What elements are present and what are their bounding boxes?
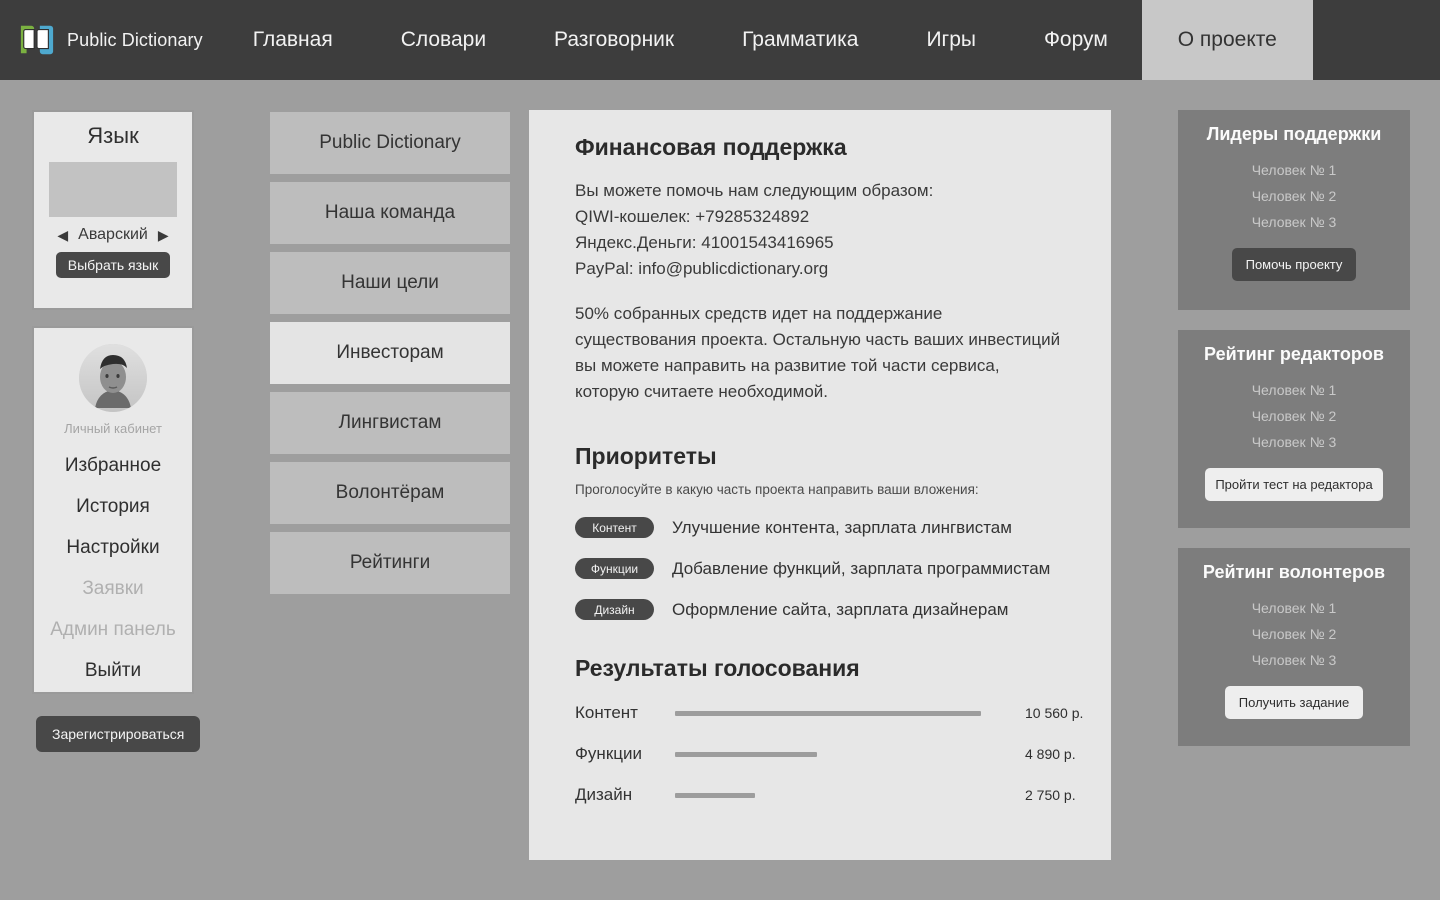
main-content-panel: Финансовая поддержка Вы можете помочь на… (529, 110, 1111, 860)
priority-row-funktsii: Функции Добавление функций, зарплата про… (575, 558, 1067, 579)
header-divider (0, 80, 1440, 88)
panel-volunteer-rating: Рейтинг волонтеров Человек № 1 Человек №… (1178, 548, 1410, 746)
panel-title-editor-rating: Рейтинг редакторов (1204, 344, 1384, 364)
section-nav-item-reytingi[interactable]: Рейтинги (270, 532, 510, 594)
prev-language-icon[interactable]: ◀ (57, 228, 68, 242)
result-track-dizayn (675, 792, 1005, 798)
priorities-hint: Проголосуйте в какую часть проекта напра… (575, 482, 979, 497)
user-menu-item-istoriya[interactable]: История (34, 487, 192, 528)
language-selector: ◀ Аварский ▶ (34, 226, 192, 244)
result-value-funktsii: 4 890 р. (1025, 746, 1076, 762)
panel-list-volunteer-rating: Человек № 1 Человек № 2 Человек № 3 (1178, 595, 1410, 673)
pd-book-logo-icon (20, 25, 54, 55)
funds-note: 50% собранных средств идет на поддержани… (575, 304, 1061, 401)
result-value-kontent: 10 560 р. (1025, 705, 1084, 721)
section-nav-item-volonteram[interactable]: Волонтёрам (270, 462, 510, 524)
next-language-icon[interactable]: ▶ (158, 228, 169, 242)
priority-tag-kontent[interactable]: Контент (575, 517, 654, 538)
result-row-kontent: Контент 10 560 р. (575, 703, 1083, 723)
user-menu-item-izbrannoe[interactable]: Избранное (34, 446, 192, 487)
list-item[interactable]: Человек № 3 (1178, 647, 1410, 673)
main-nav: Главная Словари Разговорник Грамматика И… (219, 0, 1313, 80)
results-title: Результаты голосования (575, 655, 860, 681)
select-language-button[interactable]: Выбрать язык (55, 252, 171, 278)
priority-row-dizayn: Дизайн Оформление сайта, зарплата дизайн… (575, 599, 1067, 620)
result-row-funktsii: Функции 4 890 р. (575, 744, 1076, 764)
user-menu-item-zayavki: Заявки (82, 578, 144, 599)
list-item[interactable]: Человек № 3 (1178, 209, 1410, 235)
nav-item-forum[interactable]: Форум (1010, 0, 1142, 80)
register-button[interactable]: Зарегистрироваться (36, 716, 201, 752)
result-bar-funktsii (675, 751, 817, 757)
list-item[interactable]: Человек № 2 (1178, 183, 1410, 209)
language-card: Язык ◀ Аварский ▶ Выбрать язык (32, 110, 194, 310)
priority-row-kontent: Контент Улучшение контента, зарплата лин… (575, 517, 1067, 538)
list-item[interactable]: Человек № 2 (1178, 403, 1410, 429)
panel-list-editor-rating: Человек № 1 Человек № 2 Человек № 3 (1178, 377, 1410, 455)
priorities-title: Приоритеты (575, 443, 717, 469)
nav-item-igry[interactable]: Игры (892, 0, 1010, 80)
user-menu: Избранное История Настройки Заявки Админ… (34, 446, 192, 692)
result-bar-dizayn (675, 792, 755, 798)
page-title: Финансовая поддержка (575, 134, 847, 160)
user-menu-item-admin-panel: Админ панель (50, 619, 176, 640)
result-label-kontent: Контент (575, 703, 638, 722)
user-card: Личный кабинет Избранное История Настрой… (32, 326, 194, 694)
avatar[interactable] (79, 344, 147, 412)
editor-test-button[interactable]: Пройти тест на редактора (1205, 468, 1383, 501)
donation-line-paypal: PayPal: info@publicdictionary.org (575, 259, 829, 278)
panel-title-support-leaders: Лидеры поддержки (1206, 124, 1382, 144)
cabinet-label: Личный кабинет (64, 421, 162, 436)
user-avatar-photo-icon (79, 344, 147, 412)
result-label-funktsii: Функции (575, 744, 642, 763)
result-row-dizayn: Дизайн 2 750 р. (575, 785, 1076, 805)
list-item[interactable]: Человек № 3 (1178, 429, 1410, 455)
section-nav-item-nasha-komanda[interactable]: Наша команда (270, 182, 510, 244)
priority-tag-dizayn[interactable]: Дизайн (575, 599, 654, 620)
result-label-dizayn: Дизайн (575, 785, 633, 804)
donation-info: Вы можете помочь нам следующим образом: … (575, 178, 1067, 282)
user-menu-item-nastroyki[interactable]: Настройки (34, 528, 192, 569)
nav-item-slovari[interactable]: Словари (367, 0, 520, 80)
list-item[interactable]: Человек № 2 (1178, 621, 1410, 647)
result-bar-kontent (675, 710, 981, 716)
language-card-title: Язык (87, 123, 139, 148)
help-project-button[interactable]: Помочь проекту (1231, 248, 1357, 281)
priority-description-kontent: Улучшение контента, зарплата лингвистам (672, 517, 1012, 537)
section-nav-item-public-dictionary[interactable]: Public Dictionary (270, 112, 510, 174)
panel-editor-rating: Рейтинг редакторов Человек № 1 Человек №… (1178, 330, 1410, 528)
section-nav: Public Dictionary Наша команда Наши цели… (270, 112, 510, 602)
result-value-dizayn: 2 750 р. (1025, 787, 1076, 803)
nav-item-glavnaya[interactable]: Главная (219, 0, 367, 80)
top-header: Public Dictionary Главная Словари Разгов… (0, 0, 1440, 80)
panel-title-volunteer-rating: Рейтинг волонтеров (1202, 562, 1386, 582)
priority-description-funktsii: Добавление функций, зарплата программист… (672, 558, 1051, 578)
section-nav-item-nashi-tseli[interactable]: Наши цели (270, 252, 510, 314)
brand-name: Public Dictionary (67, 29, 203, 50)
section-nav-item-investoram[interactable]: Инвесторам (270, 322, 510, 384)
brand[interactable]: Public Dictionary (0, 22, 203, 58)
flag-placeholder-icon (49, 162, 177, 217)
donation-line-qiwi: QIWI-кошелек: +79285324892 (575, 207, 810, 226)
list-item[interactable]: Человек № 1 (1178, 377, 1410, 403)
list-item[interactable]: Человек № 1 (1178, 595, 1410, 621)
priority-tag-funktsii[interactable]: Функции (575, 558, 654, 579)
donation-line-intro: Вы можете помочь нам следующим образом: (575, 181, 934, 200)
nav-item-o-proekte[interactable]: О проекте (1141, 0, 1313, 80)
donation-line-yandex: Яндекс.Деньги: 41001543416965 (575, 233, 834, 252)
nav-item-grammatika[interactable]: Грамматика (708, 0, 892, 80)
nav-item-razgovornik[interactable]: Разговорник (520, 0, 708, 80)
page-root: Public Dictionary Главная Словари Разгов… (0, 0, 1440, 900)
get-task-button[interactable]: Получить задание (1224, 686, 1364, 719)
result-track-kontent (675, 710, 1005, 716)
list-item[interactable]: Человек № 1 (1178, 157, 1410, 183)
panel-support-leaders: Лидеры поддержки Человек № 1 Человек № 2… (1178, 110, 1410, 310)
result-track-funktsii (675, 751, 1005, 757)
user-menu-item-vyyti[interactable]: Выйти (34, 651, 192, 692)
section-nav-item-lingvistam[interactable]: Лингвистам (270, 392, 510, 454)
priority-description-dizayn: Оформление сайта, зарплата дизайнерам (672, 599, 1009, 619)
panel-list-support-leaders: Человек № 1 Человек № 2 Человек № 3 (1178, 157, 1410, 235)
current-language-label: Аварский (78, 226, 148, 243)
